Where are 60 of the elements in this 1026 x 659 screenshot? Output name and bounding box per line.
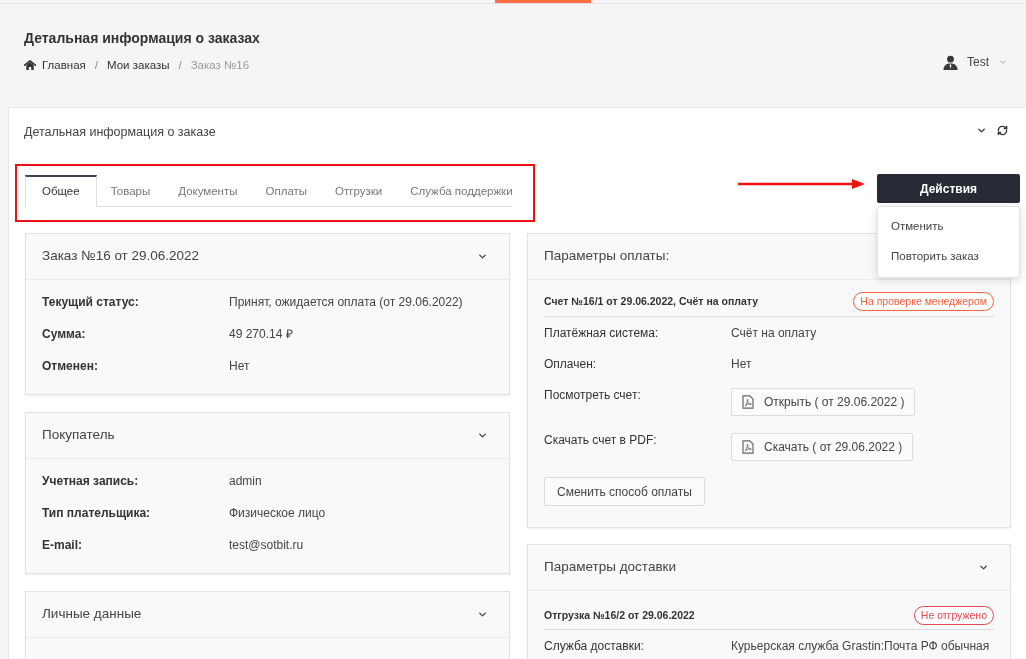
page-title: Детальная информация о заказах	[24, 29, 260, 48]
field-value: Нет	[229, 358, 250, 375]
card-title: Параметры оплаты:	[544, 247, 670, 266]
chevron-down-icon[interactable]	[978, 562, 989, 573]
card-title: Личные данные	[42, 605, 142, 624]
breadcrumb-current: Заказ №16	[190, 58, 250, 73]
field-label: Отменен:	[42, 358, 99, 375]
field-label: Скачать счет в PDF:	[544, 433, 658, 447]
menu-item[interactable]: Отменить	[878, 212, 1019, 242]
user-menu[interactable]: Test	[943, 53, 1008, 71]
chevron-down-icon[interactable]	[477, 609, 488, 620]
card-title: Параметры доставки	[544, 558, 676, 577]
breadcrumb-separator: /	[178, 58, 182, 73]
field-label: Сумма:	[42, 326, 87, 343]
status-badge: Не отгружено	[913, 606, 994, 625]
file-button[interactable]: Скачать ( от 29.06.2022 )	[731, 433, 914, 461]
collapse-icon[interactable]	[976, 125, 987, 136]
card-title: Покупатель	[42, 426, 115, 445]
panel-title: Детальная информация о заказе	[24, 124, 216, 140]
file-button[interactable]: Открыть ( от 29.06.2022 )	[731, 388, 916, 416]
breadcrumb-separator: /	[94, 58, 98, 73]
field-label: E-mail:	[42, 537, 83, 554]
field-label: Оплачен:	[544, 355, 598, 373]
change-payment-button[interactable]: Сменить способ оплаты	[544, 477, 705, 506]
field-value: Принят, ожидается оплата (от 29.06.2022)	[229, 294, 463, 311]
field-label: Служба доставки:	[544, 637, 645, 655]
tab[interactable]: Общее	[25, 175, 97, 207]
invoice-title: Счет №16/1 от 29.06.2022, Счёт на оплату	[544, 293, 758, 309]
tab[interactable]: Отгрузки	[321, 175, 397, 207]
tab[interactable]: Оплаты	[251, 175, 322, 207]
field-value: Нет	[731, 355, 752, 373]
chevron-down-icon[interactable]	[477, 251, 488, 262]
tab[interactable]: Служба поддержки	[396, 175, 527, 207]
user-icon	[943, 54, 958, 70]
actions-button[interactable]: Действия	[877, 174, 1020, 203]
breadcrumb-link[interactable]: Мои заказы	[107, 57, 170, 73]
field-value: Курьерская служба Grastin:Почта РФ обычная	[731, 637, 990, 655]
document-icon	[742, 395, 754, 409]
home-icon	[24, 60, 36, 70]
menu-item[interactable]: Повторить заказ	[878, 242, 1019, 272]
refresh-icon[interactable]	[997, 125, 1008, 136]
breadcrumb-link[interactable]: Главная	[24, 57, 86, 73]
field-value: 49 270.14 ₽	[229, 326, 293, 343]
card-title: Заказ №16 от 29.06.2022	[42, 247, 200, 266]
chevron-down-icon	[998, 57, 1008, 67]
field-label: Посмотреть счет:	[544, 388, 642, 402]
field-label: Учетная запись:	[42, 473, 140, 490]
field-label: Текущий статус:	[42, 294, 140, 311]
field-value: test@sotbit.ru	[229, 537, 304, 554]
status-badge: На проверке менеджером	[853, 292, 994, 311]
tab[interactable]: Товары	[96, 175, 165, 207]
field-value: admin	[229, 473, 262, 490]
field-value: Счёт на оплату	[731, 324, 817, 342]
field-label: Платёжная система:	[544, 324, 660, 342]
chevron-down-icon[interactable]	[477, 430, 488, 441]
shipment-title: Отгрузка №16/2 от 29.06.2022	[544, 607, 695, 623]
document-icon	[742, 440, 754, 454]
tab[interactable]: Документы	[164, 175, 252, 207]
field-value: Физическое лицо	[229, 505, 326, 522]
field-label: Тип плательщика:	[42, 505, 152, 522]
